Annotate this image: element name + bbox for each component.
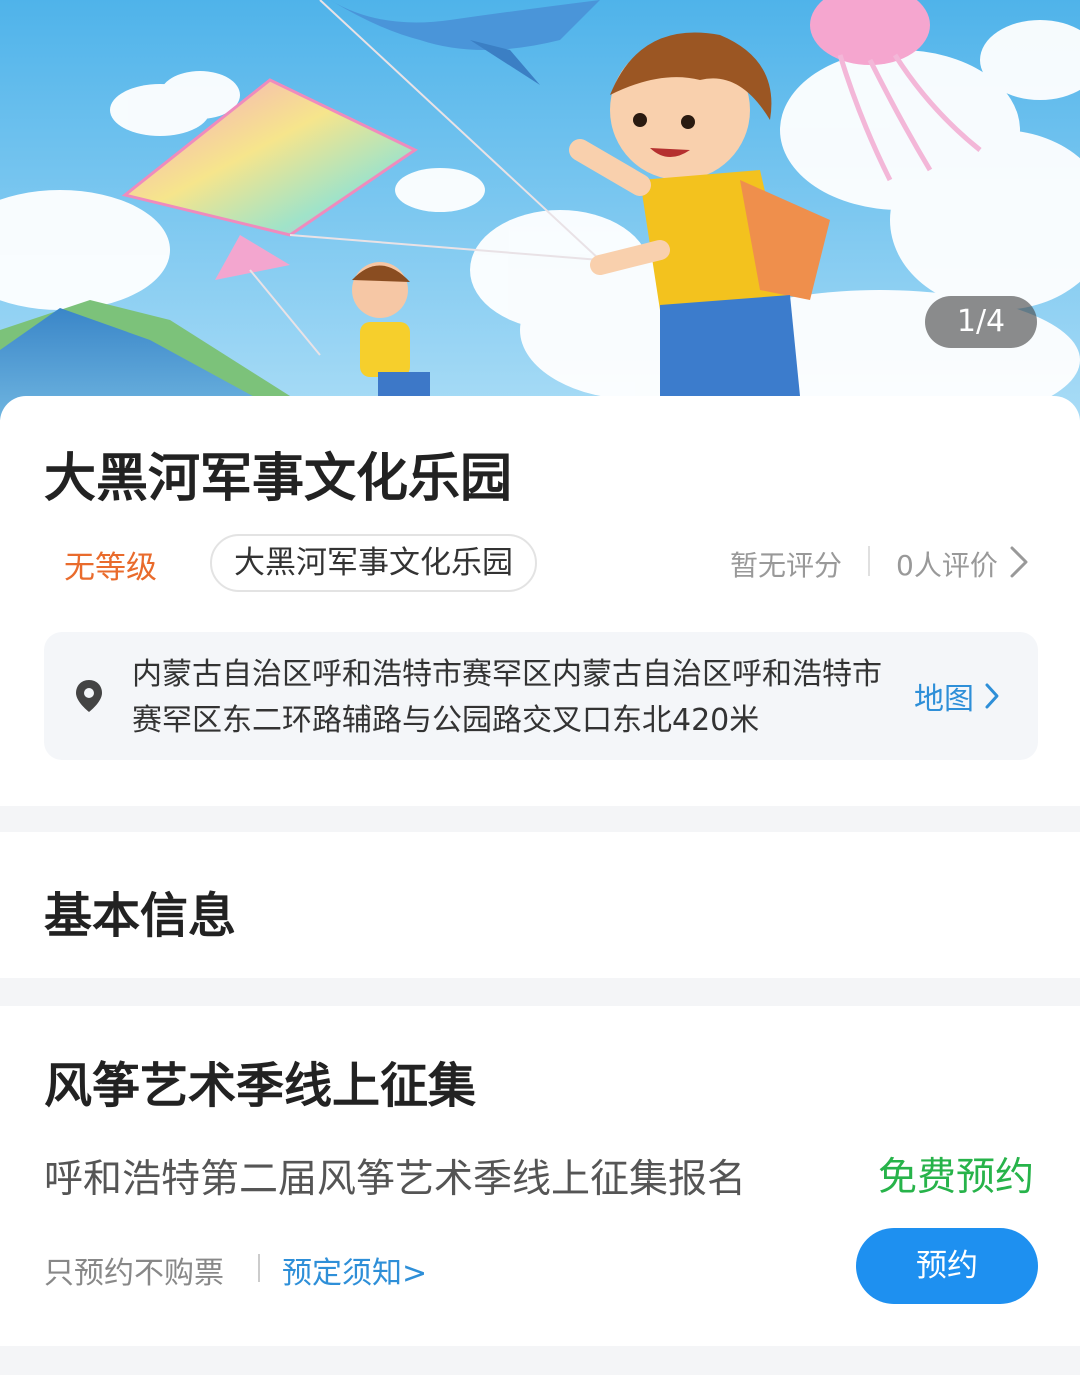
bottom-divider [0, 1346, 1080, 1375]
note-divider [258, 1254, 260, 1282]
booking-note: 只预约不购票 [44, 1256, 224, 1291]
address-box[interactable]: 内蒙古自治区呼和浩特市赛罕区内蒙古自治区呼和浩特市赛罕区东二环路辅路与公园路交叉… [44, 632, 1038, 760]
level-badge: 无等级 [64, 550, 157, 586]
price-label: 免费预约 [878, 1155, 1035, 1200]
event-subtitle: 呼和浩特第二届风筝艺术季线上征集报名 [44, 1157, 747, 1202]
chevron-right-icon [985, 683, 999, 709]
map-link-label: 地图 [914, 682, 974, 717]
location-pin-icon [76, 680, 102, 712]
hero-banner[interactable]: 1/4 [0, 0, 1080, 420]
banner-illustration [0, 0, 1080, 420]
address-text: 内蒙古自治区呼和浩特市赛罕区内蒙古自治区呼和浩特市赛罕区东二环路辅路与公园路交叉… [132, 657, 882, 738]
event-card: 风筝艺术季线上征集 呼和浩特第二届风筝艺术季线上征集报名 免费预约 只预约不购票… [0, 1006, 1080, 1346]
venue-title: 大黑河军事文化乐园 [44, 449, 513, 509]
rating-divider [868, 546, 870, 576]
booking-notice-link[interactable]: 预定须知> [282, 1248, 427, 1292]
rating-text[interactable]: 暂无评分 [730, 544, 842, 584]
book-button[interactable]: 预约 [856, 1228, 1038, 1304]
image-counter: 1/4 [925, 296, 1037, 348]
venue-card: 大黑河军事文化乐园 无等级 大黑河军事文化乐园 暂无评分 0人评价 内蒙古自治区… [0, 396, 1080, 806]
venue-name-chip[interactable]: 大黑河军事文化乐园 [210, 534, 537, 592]
map-link[interactable]: 地图 [914, 674, 1002, 718]
event-title: 风筝艺术季线上征集 [44, 1058, 477, 1114]
review-count[interactable]: 0人评价 [896, 544, 998, 584]
section-title: 基本信息 [44, 888, 237, 944]
chevron-right-icon[interactable] [1004, 542, 1034, 582]
basic-info-section: 基本信息 [0, 832, 1080, 978]
